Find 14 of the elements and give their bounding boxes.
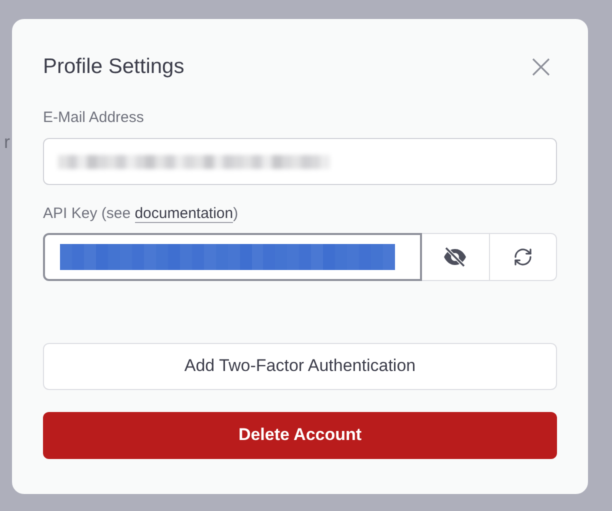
field-label: API Key (see documentation) <box>43 204 240 225</box>
eye-off-icon <box>443 246 468 268</box>
email-field[interactable] <box>43 138 557 185</box>
api-key-field[interactable] <box>43 232 422 280</box>
regenerate-button[interactable] <box>489 232 557 280</box>
visibility-toggle-button[interactable] <box>422 232 490 280</box>
dialog-title: Profile Settings <box>43 54 184 80</box>
background-text: r <box>4 131 10 154</box>
refresh-icon <box>513 246 534 266</box>
documentation-link[interactable]: documentation <box>134 205 234 223</box>
two-factor-button[interactable]: Add Two-Factor Authentication <box>43 342 557 390</box>
delete-account-button[interactable]: Delete Account <box>43 412 557 458</box>
field-label: E-Mail Address <box>43 108 145 128</box>
close-icon <box>531 56 551 77</box>
